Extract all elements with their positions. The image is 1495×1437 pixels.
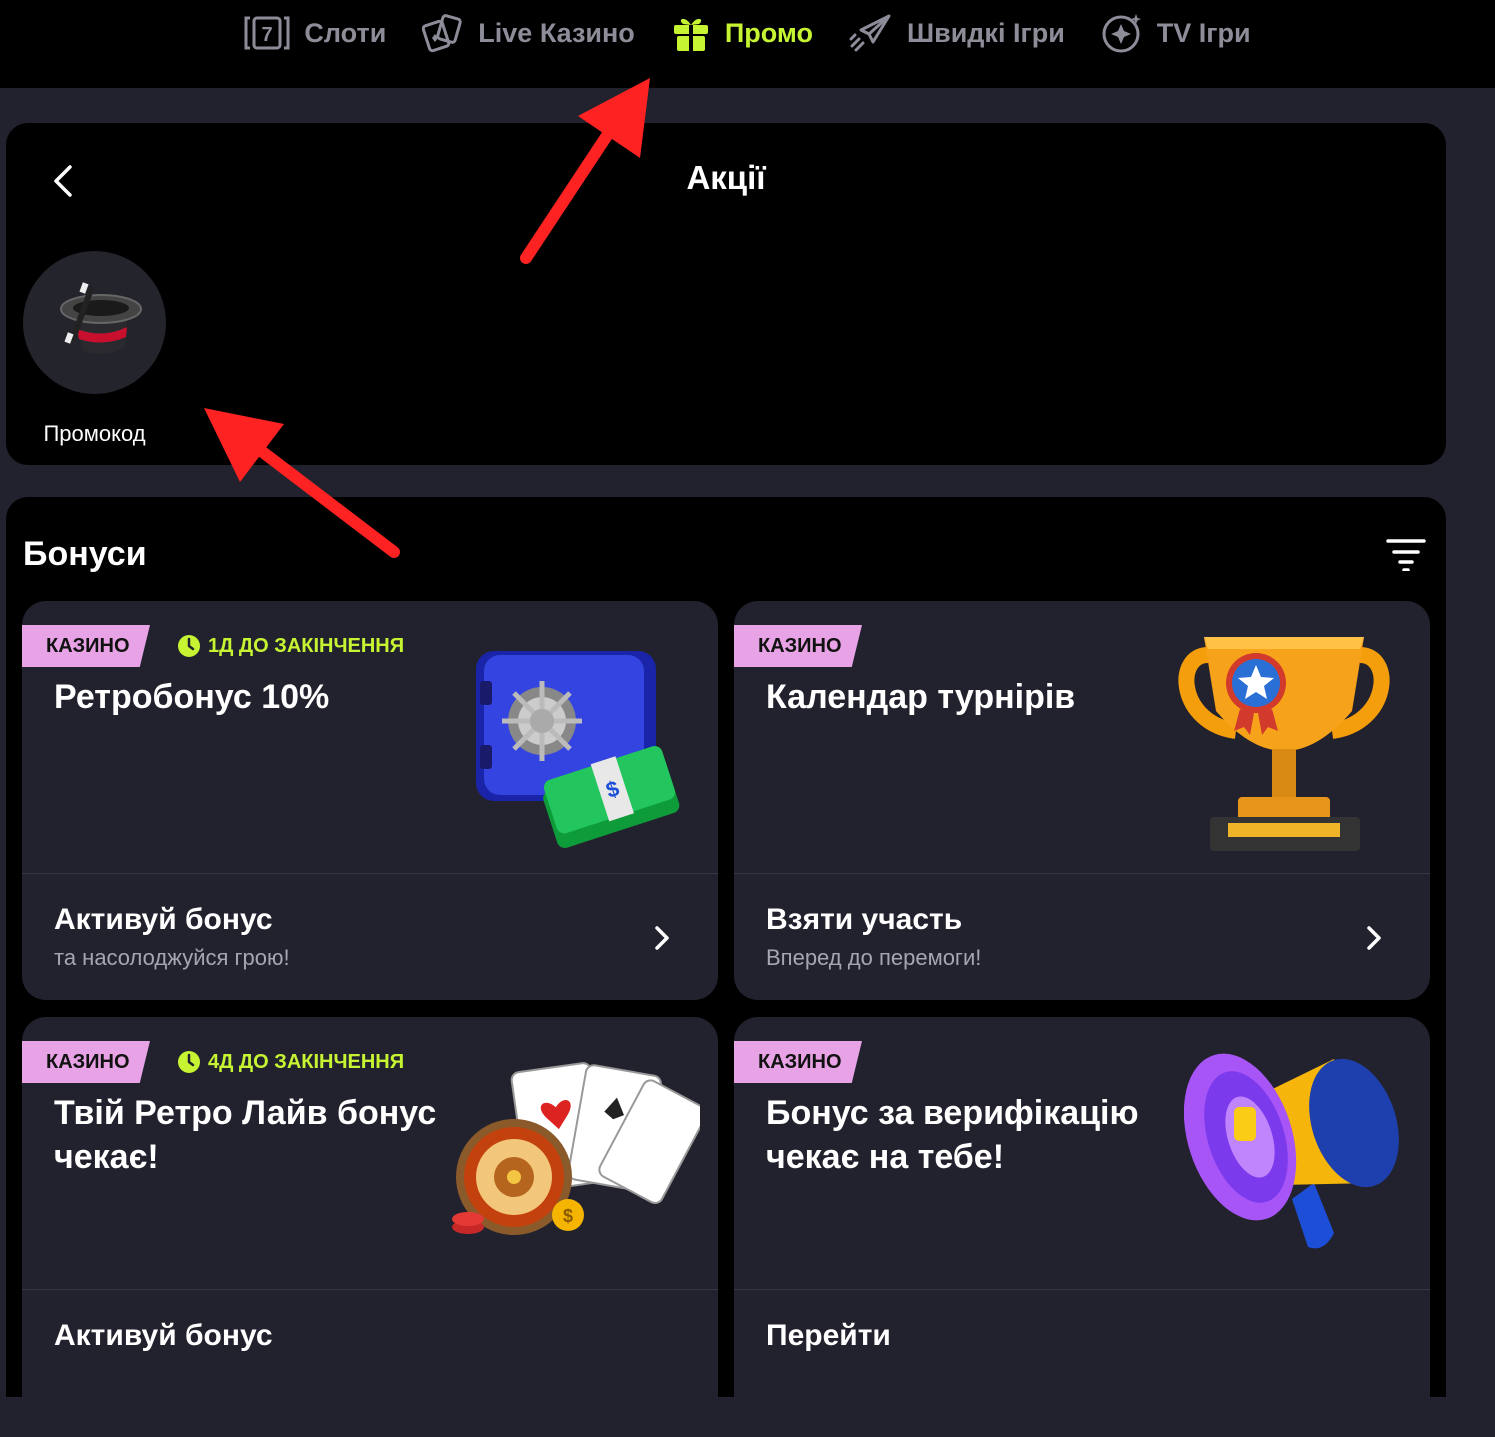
card-divider [734,1289,1430,1290]
section-title: Бонуси [23,535,147,573]
bonus-title: Бонус за верифікацію чекає на тебе! [766,1094,1139,1176]
category-tag: КАЗИНО [22,625,150,667]
nav-item-fast-games[interactable]: Швидкі Ігри [849,14,1065,52]
card-divider [734,873,1430,874]
bonus-card[interactable]: КАЗИНО 4Д ДО ЗАКІНЧЕННЯ Твій Ретро Лайв … [22,1017,718,1437]
card-divider [22,1289,718,1290]
megaphone-icon [1184,1053,1399,1249]
bonus-title: Твій Ретро Лайв бонус чекає! [54,1094,437,1176]
clock-icon [178,635,200,657]
top-navigation: 7 Слоти Live Казино Промо Швидкі Ігри TV… [0,0,1495,88]
nav-item-promo[interactable]: Промо [671,14,813,52]
magic-hat-icon [60,282,142,355]
action-label[interactable]: Перейти [766,1319,891,1353]
rocket-icon [849,14,891,52]
tv-star-icon [1102,14,1141,53]
slot-7-icon: 7 [244,16,290,50]
action-label[interactable]: Взяти участь [766,903,962,937]
bonus-title: Ретробонус 10% [54,678,330,716]
promo-code-label: Промокод [43,421,146,446]
filter-icon[interactable] [1386,537,1426,571]
trophy-icon [1178,637,1390,851]
timer-badge: 1Д ДО ЗАКІНЧЕННЯ [177,634,404,658]
category-tag: КАЗИНО [22,1041,150,1083]
nav-item-slots[interactable]: 7 Слоти [244,14,386,52]
timer-text: 1Д ДО ЗАКІНЧЕННЯ [208,634,405,657]
bonus-title: Календар турнірів [766,678,1076,716]
bonuses-panel: Бонуси КАЗИНО 1Д ДО ЗАКІНЧЕННЯ Ретробону… [6,497,1446,1437]
promotions-panel: Акції Промокод [6,123,1446,465]
bonus-card[interactable]: КАЗИНО 1Д ДО ЗАКІНЧЕННЯ Ретробонус 10% $… [22,601,718,1000]
timer-badge: 4Д ДО ЗАКІНЧЕННЯ [177,1050,404,1074]
chevron-right-icon[interactable] [650,923,674,953]
action-label[interactable]: Активуй бонус [54,1319,273,1353]
nav-label: Промо [724,17,813,48]
nav-item-live-casino[interactable]: Live Казино [422,14,635,53]
nav-label: Слоти [304,17,387,48]
gift-icon [673,18,708,51]
category-tag: КАЗИНО [734,1041,862,1083]
action-label[interactable]: Активуй бонус [54,903,273,937]
action-subtitle: та насолоджуйся грою! [54,945,290,970]
roulette-cards-icon: $ [452,1062,700,1235]
promo-code-button[interactable] [23,251,166,394]
safe-money-icon: $ [476,651,680,848]
nav-item-tv-games[interactable]: TV Ігри [1101,14,1251,53]
chevron-right-icon[interactable] [1362,923,1386,953]
category-tag: КАЗИНО [734,625,862,667]
nav-label: Швидкі Ігри [906,17,1065,48]
action-subtitle: Вперед до перемоги! [766,945,982,970]
svg-text:$: $ [563,1206,573,1226]
cards-icon [422,14,463,53]
timer-text: 4Д ДО ЗАКІНЧЕННЯ [208,1050,405,1073]
bonus-card[interactable]: КАЗИНО Календар турнірів Взяти участь Вп… [734,601,1430,1000]
bonus-card[interactable]: КАЗИНО Бонус за верифікацію чекає на теб… [734,1017,1430,1437]
nav-label: TV Ігри [1156,17,1251,48]
card-divider [22,873,718,874]
svg-text:7: 7 [262,24,273,46]
clock-icon [178,1051,200,1073]
nav-label: Live Казино [478,17,635,48]
page-title: Акції [686,159,766,196]
